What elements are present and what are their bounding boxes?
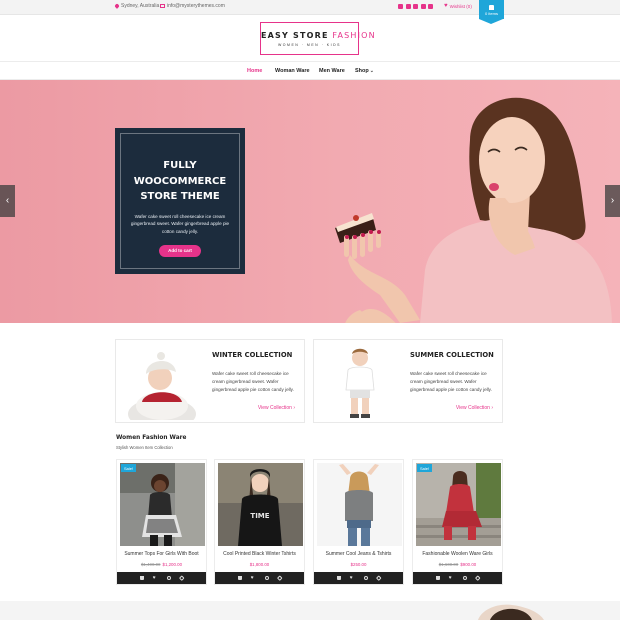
logo-title-accent: FASHION — [332, 31, 376, 40]
social-links — [398, 4, 433, 9]
heart-icon: ♥ — [444, 3, 448, 9]
svg-text:TIME: TIME — [250, 512, 269, 520]
youtube-icon[interactable] — [428, 4, 433, 9]
hero-caption-box: FULLY WOOCOMMERCE STORE THEME Wafer cake… — [115, 128, 245, 274]
winter-view-collection-link[interactable]: View Collection › — [258, 405, 295, 411]
product-card[interactable]: TIME Cool Printed Black Winter Tshirts $… — [214, 459, 305, 585]
summer-collection-card: SUMMER COLLECTION Wafer cake sweet roll … — [313, 339, 503, 423]
cart-label: 0 items — [485, 11, 498, 16]
chevron-down-icon: ⌄ — [369, 68, 374, 74]
wishlist-label: Wishlist (0) — [449, 3, 472, 9]
product-image[interactable] — [416, 463, 501, 546]
section-subtitle: Stylish Women Item Collection — [116, 445, 173, 450]
shopping-bag-icon — [489, 5, 494, 10]
product-price: $1,800.00 — [215, 562, 304, 567]
product-actions: ♥ — [413, 572, 502, 584]
quick-view-icon[interactable] — [166, 576, 171, 580]
add-to-cart-icon[interactable] — [237, 576, 242, 580]
slider-next-button[interactable]: › — [605, 185, 620, 217]
site-logo[interactable]: EASY STORE FASHION WOMEN · MEN · KIDS — [260, 22, 375, 55]
wishlist-icon[interactable]: ♥ — [449, 576, 454, 581]
email-info[interactable]: info@mysterythemes.com — [160, 3, 225, 9]
link-icon[interactable] — [277, 575, 282, 581]
product-image[interactable] — [120, 463, 205, 546]
product-sale-price: $250.00 — [350, 562, 367, 567]
mail-icon — [160, 4, 165, 8]
map-pin-icon — [114, 3, 120, 9]
product-name[interactable]: Summer Tops For Girls With Boot — [117, 551, 206, 557]
product-image[interactable]: TIME — [218, 463, 303, 546]
winter-collection-card: WINTER COLLECTION Wafer cake sweet roll … — [115, 339, 305, 423]
product-name[interactable]: Cool Printed Black Winter Tshirts — [215, 551, 304, 557]
add-to-cart-icon[interactable] — [139, 576, 144, 580]
main-nav: Home Woman Ware Men Ware Shop⌄ — [0, 61, 620, 80]
slider-prev-button[interactable]: ‹ — [0, 185, 15, 217]
product-card[interactable]: Sale! Fashionable Woolen Ware Girls $1,6… — [412, 459, 503, 585]
nav-item-woman-ware[interactable]: Woman Ware — [275, 68, 310, 74]
logo-title-main: EASY STORE — [261, 31, 329, 40]
wishlist-link[interactable]: ♥ Wishlist (0) — [444, 3, 472, 9]
hero-model-image — [335, 97, 612, 323]
quick-view-icon[interactable] — [363, 576, 368, 580]
winter-collection-image — [122, 344, 202, 420]
section-title: Women Fashion Ware — [116, 435, 187, 441]
hero-slider: ‹ › FULLY WOOCOMMERCE STORE THEME Wafer … — [0, 80, 620, 323]
twitter-icon[interactable] — [405, 4, 411, 9]
summer-collection-title: SUMMER COLLECTION — [410, 351, 494, 359]
product-image[interactable] — [317, 463, 402, 546]
product-price: $1,400.00 $1,200.00 — [117, 562, 206, 567]
logo-title: EASY STORE FASHION — [261, 31, 375, 40]
product-actions: ♥ — [215, 572, 304, 584]
wishlist-icon[interactable]: ♥ — [350, 576, 355, 581]
product-sale-price: $900.00 — [460, 562, 477, 567]
product-sale-price: $1,800.00 — [249, 562, 270, 567]
product-old-price: $1,400.00 — [140, 562, 161, 567]
link-icon[interactable] — [376, 575, 381, 581]
cart-button[interactable]: 0 items — [479, 0, 504, 24]
quick-view-icon[interactable] — [462, 576, 467, 580]
product-price: $1,600.00 $900.00 — [413, 562, 502, 567]
hero-add-to-cart-button[interactable]: Add to cart — [159, 244, 201, 257]
product-name[interactable]: Summer Cool Jeans & Tshirts — [314, 551, 403, 557]
next-section-preview — [0, 601, 620, 620]
location-info: Sydney, Australia — [114, 3, 160, 9]
hero-caption-inner: FULLY WOOCOMMERCE STORE THEME Wafer cake… — [120, 133, 240, 269]
location-text: Sydney, Australia — [121, 3, 160, 9]
hero-title: FULLY WOOCOMMERCE STORE THEME — [133, 160, 227, 202]
wishlist-icon[interactable]: ♥ — [251, 576, 256, 581]
product-old-price: $1,600.00 — [438, 562, 459, 567]
hero-text: Wafer cake sweet roll cheesecake ice cre… — [130, 213, 230, 235]
wishlist-icon[interactable]: ♥ — [153, 576, 158, 581]
next-section-image — [478, 604, 544, 620]
winter-collection-title: WINTER COLLECTION — [212, 351, 293, 359]
product-name[interactable]: Fashionable Woolen Ware Girls — [413, 551, 502, 557]
email-text[interactable]: info@mysterythemes.com — [167, 3, 225, 9]
quick-view-icon[interactable] — [264, 576, 269, 580]
sale-badge: Sale! — [417, 464, 433, 472]
nav-item-men-ware[interactable]: Men Ware — [319, 68, 345, 74]
product-card[interactable]: Sale! Summer Tops For Girls With Boot $1… — [116, 459, 207, 585]
winter-collection-text: Wafer cake sweet roll cheesecake ice cre… — [212, 371, 294, 393]
link-icon[interactable] — [179, 575, 184, 581]
product-actions: ♥ — [314, 572, 403, 584]
summer-view-collection-link[interactable]: View Collection › — [456, 405, 493, 411]
summer-collection-text: Wafer cake sweet roll cheesecake ice cre… — [410, 371, 492, 393]
linkedin-icon[interactable] — [413, 4, 418, 9]
summer-collection-image — [320, 344, 400, 420]
sale-badge: Sale! — [121, 464, 137, 472]
top-bar: Sydney, Australia info@mysterythemes.com… — [0, 0, 620, 24]
logo-tagline: WOMEN · MEN · KIDS — [278, 43, 341, 47]
add-to-cart-icon[interactable] — [336, 576, 341, 580]
facebook-icon[interactable] — [398, 4, 403, 9]
product-card[interactable]: Summer Cool Jeans & Tshirts $250.00 ♥ — [313, 459, 404, 585]
link-icon[interactable] — [475, 575, 480, 581]
nav-item-shop-label: Shop — [355, 68, 369, 74]
product-actions: ♥ — [117, 572, 206, 584]
instagram-icon[interactable] — [420, 4, 426, 9]
nav-item-shop[interactable]: Shop⌄ — [355, 68, 374, 74]
nav-item-home[interactable]: Home — [247, 68, 262, 74]
product-price: $250.00 — [314, 562, 403, 567]
product-sale-price: $1,200.00 — [162, 562, 183, 567]
add-to-cart-icon[interactable] — [435, 576, 440, 580]
